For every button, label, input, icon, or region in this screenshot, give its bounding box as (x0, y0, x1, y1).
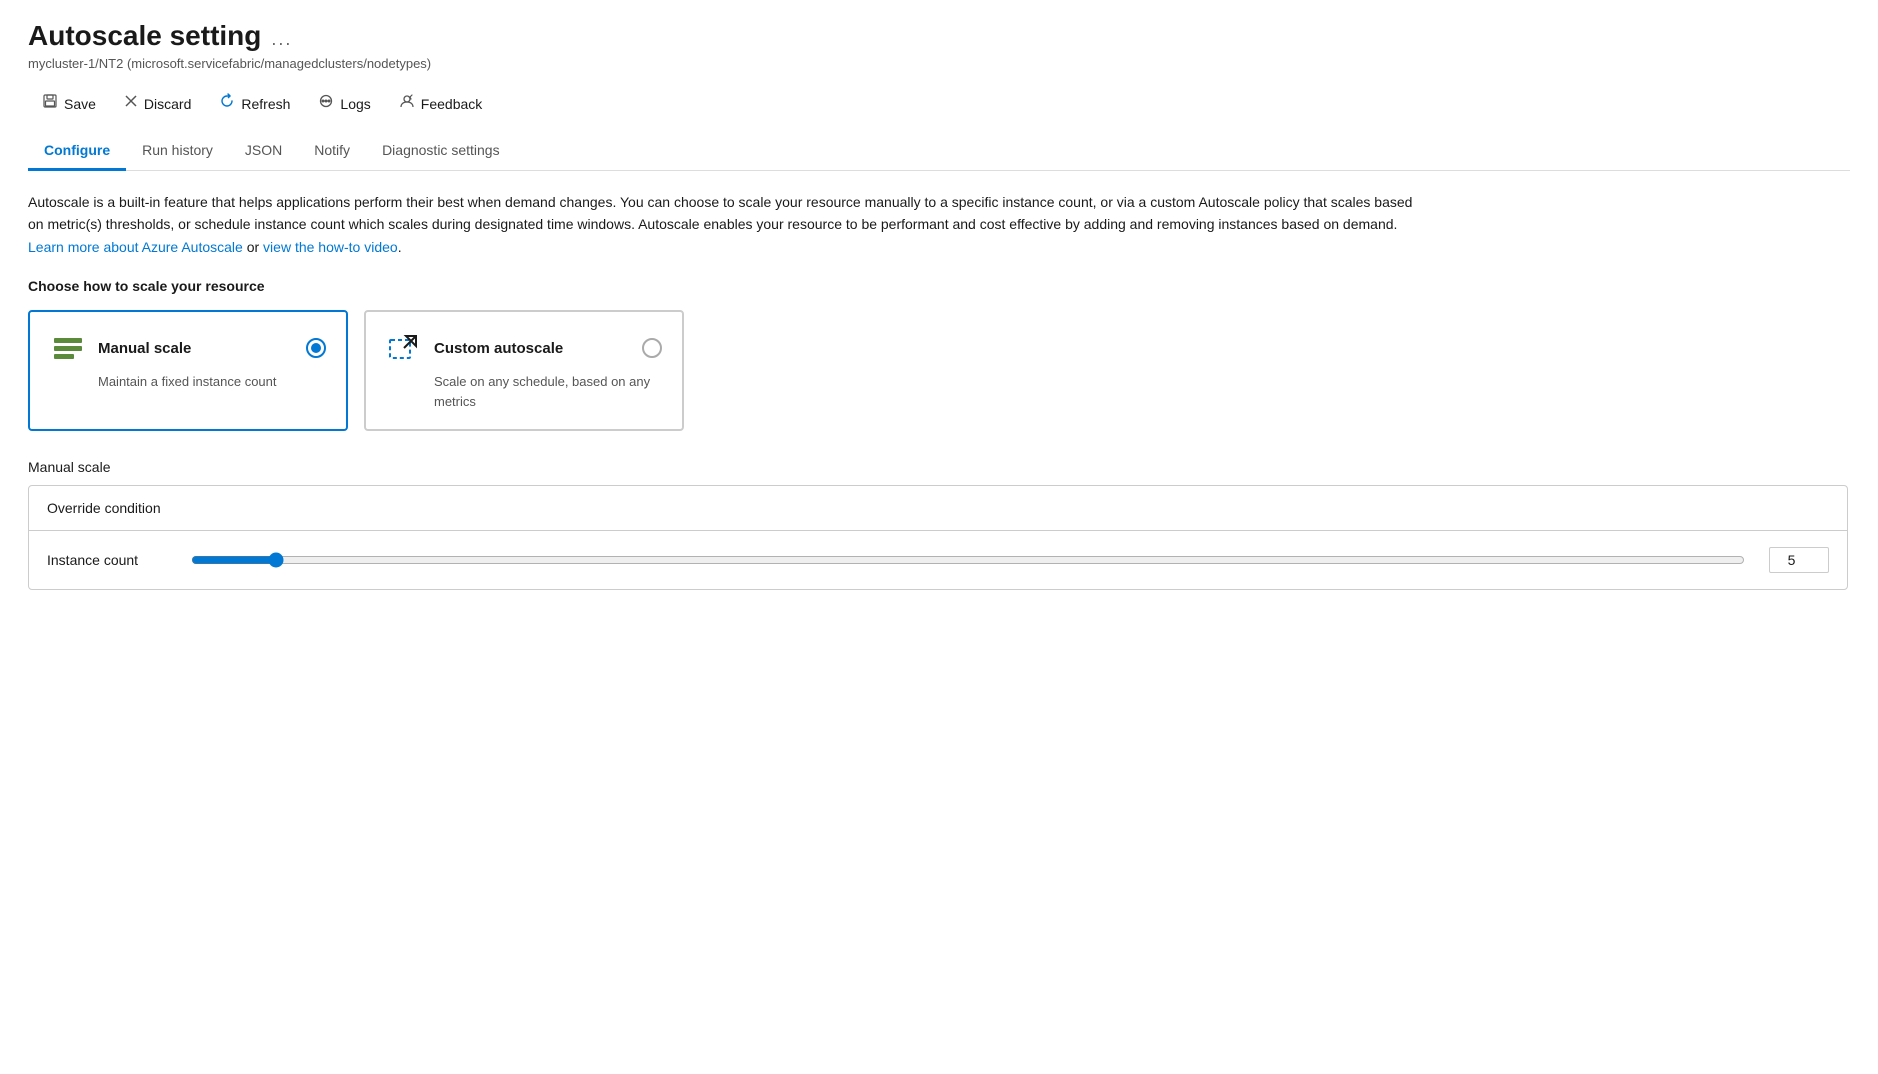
scale-section-title: Choose how to scale your resource (28, 278, 1850, 294)
override-condition-header: Override condition (29, 486, 1847, 531)
override-box: Override condition Instance count (28, 485, 1848, 590)
tab-notify[interactable]: Notify (298, 132, 366, 171)
feedback-button[interactable]: Feedback (385, 87, 496, 120)
manual-scale-section-label: Manual scale (28, 459, 1850, 475)
feedback-icon (399, 93, 415, 114)
logs-button[interactable]: Logs (304, 87, 384, 120)
slider-container (191, 552, 1745, 568)
learn-more-link[interactable]: Learn more about Azure Autoscale (28, 239, 243, 255)
refresh-icon (219, 93, 235, 114)
more-options-icon[interactable]: ... (271, 29, 292, 50)
tabs-container: Configure Run history JSON Notify Diagno… (28, 132, 1850, 171)
custom-autoscale-title: Custom autoscale (434, 340, 563, 357)
logs-label: Logs (340, 96, 370, 112)
manual-scale-desc: Maintain a fixed instance count (98, 372, 326, 392)
breadcrumb: mycluster-1/NT2 (microsoft.servicefabric… (28, 56, 1850, 71)
manual-scale-radio[interactable] (306, 338, 326, 358)
instance-count-slider[interactable] (191, 552, 1745, 568)
description-text: Autoscale is a built-in feature that hel… (28, 191, 1428, 258)
custom-autoscale-radio[interactable] (642, 338, 662, 358)
page-title: Autoscale setting (28, 20, 261, 52)
tab-configure[interactable]: Configure (28, 132, 126, 171)
discard-label: Discard (144, 96, 191, 112)
override-body: Instance count (29, 531, 1847, 589)
save-label: Save (64, 96, 96, 112)
save-button[interactable]: Save (28, 87, 110, 120)
feedback-label: Feedback (421, 96, 482, 112)
content-area: Autoscale is a built-in feature that hel… (28, 171, 1850, 610)
custom-autoscale-card[interactable]: Custom autoscale Scale on any schedule, … (364, 310, 684, 431)
refresh-label: Refresh (241, 96, 290, 112)
toolbar: Save Discard Refresh (28, 87, 1850, 128)
how-to-video-link[interactable]: view the how-to video (263, 239, 398, 255)
tab-json[interactable]: JSON (229, 132, 298, 171)
logs-icon (318, 93, 334, 114)
save-icon (42, 93, 58, 114)
custom-autoscale-icon (386, 330, 422, 366)
custom-autoscale-desc: Scale on any schedule, based on any metr… (434, 372, 662, 411)
instance-count-input[interactable] (1769, 547, 1829, 573)
refresh-button[interactable]: Refresh (205, 87, 304, 120)
tab-diagnostic-settings[interactable]: Diagnostic settings (366, 132, 516, 171)
manual-scale-icon (50, 330, 86, 366)
manual-scale-title: Manual scale (98, 340, 191, 357)
scale-options: Manual scale Maintain a fixed instance c… (28, 310, 1850, 431)
instance-count-label: Instance count (47, 552, 167, 568)
discard-button[interactable]: Discard (110, 88, 205, 119)
manual-scale-card[interactable]: Manual scale Maintain a fixed instance c… (28, 310, 348, 431)
discard-icon (124, 94, 138, 113)
tab-run-history[interactable]: Run history (126, 132, 229, 171)
manual-scale-section: Manual scale Override condition Instance… (28, 459, 1850, 590)
